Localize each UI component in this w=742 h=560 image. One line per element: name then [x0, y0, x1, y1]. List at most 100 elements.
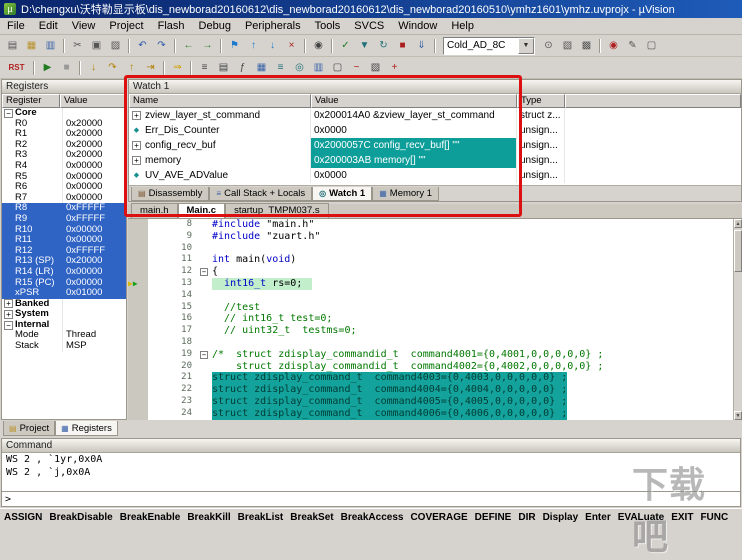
- manage-books-icon[interactable]: ▩: [577, 37, 596, 55]
- code-line[interactable]: 23struct zdisplay_command_t command4005=…: [128, 396, 742, 408]
- menu-item-project[interactable]: Project: [102, 19, 150, 33]
- scroll-down-icon[interactable]: ▼: [734, 411, 742, 420]
- target-select[interactable]: Cold_AD_8C ▼: [443, 37, 535, 55]
- toolbox-icon[interactable]: +: [385, 59, 404, 77]
- find-icon[interactable]: ◉: [309, 37, 328, 55]
- previous-bookmark-icon[interactable]: ↑: [244, 37, 263, 55]
- register-row[interactable]: −Core: [2, 108, 126, 119]
- code-line[interactable]: 17 // uint32_t testms=0;: [128, 325, 742, 337]
- watch-row[interactable]: +config_recv_buf0x2000057C config_recv_b…: [129, 138, 741, 153]
- run-to-cursor-icon[interactable]: ⇥: [141, 59, 160, 77]
- system-viewer-icon[interactable]: ▧: [366, 59, 385, 77]
- analysis-window-icon[interactable]: ~: [347, 59, 366, 77]
- clear-bookmarks-icon[interactable]: ×: [282, 37, 301, 55]
- bookmark-icon[interactable]: ⚑: [225, 37, 244, 55]
- file-extensions-icon[interactable]: ▧: [558, 37, 577, 55]
- breakpoint-gutter[interactable]: [128, 349, 148, 361]
- breakpoint-gutter[interactable]: [128, 254, 148, 266]
- breakpoint-gutter[interactable]: [128, 243, 148, 255]
- code-line[interactable]: 8#include "main.h": [128, 219, 742, 231]
- register-row[interactable]: +System: [2, 309, 126, 320]
- scrollbar-thumb[interactable]: [734, 230, 742, 272]
- code-line[interactable]: 21struct zdisplay_command_t command4003=…: [128, 372, 742, 384]
- rebuild-icon[interactable]: ↻: [374, 37, 393, 55]
- code-line[interactable]: 11int main(void): [128, 254, 742, 266]
- reset-cpu-icon[interactable]: RST: [3, 59, 30, 77]
- watch-row[interactable]: +zview_layer_st_command0x200014A0 &zview…: [129, 108, 741, 123]
- command-input[interactable]: [14, 493, 740, 505]
- breakpoint-gutter[interactable]: [128, 408, 148, 420]
- code-line[interactable]: 20 struct zdisplay_commandid_t command40…: [128, 361, 742, 373]
- download-icon[interactable]: ⇓: [412, 37, 431, 55]
- code-line[interactable]: 18: [128, 337, 742, 349]
- watch-row[interactable]: ◆UV_AVE_ADValue0x0000unsign...: [129, 168, 741, 183]
- fold-minus-icon[interactable]: −: [200, 268, 208, 276]
- tab-project[interactable]: ▤Project: [3, 421, 55, 436]
- watch-row[interactable]: +memory0x200003AB memory[] ""unsign...: [129, 153, 741, 168]
- code-line[interactable]: 14: [128, 290, 742, 302]
- code-line[interactable]: 24struct zdisplay_command_t command4006=…: [128, 408, 742, 420]
- translate-file-icon[interactable]: ✓: [336, 37, 355, 55]
- tab-main-c[interactable]: Main.c: [178, 203, 226, 218]
- tab-disassembly[interactable]: ▤Disassembly: [131, 187, 209, 201]
- tab-main-h[interactable]: main.h: [131, 203, 178, 218]
- breakpoint-gutter[interactable]: [128, 266, 148, 278]
- register-row[interactable]: R20x20000: [2, 140, 126, 151]
- register-row[interactable]: R40x00000: [2, 161, 126, 172]
- tree-minus-icon[interactable]: −: [4, 109, 13, 118]
- navigate-back-icon[interactable]: ←: [179, 37, 198, 55]
- tree-plus-icon[interactable]: +: [4, 299, 13, 308]
- breakpoint-gutter[interactable]: [128, 396, 148, 408]
- register-row[interactable]: R100x00000: [2, 225, 126, 236]
- breakpoint-gutter[interactable]: [128, 219, 148, 231]
- symbol-window-icon[interactable]: ƒ: [233, 59, 252, 77]
- code-line[interactable]: 9#include "zuart.h": [128, 231, 742, 243]
- breakpoint-gutter[interactable]: [128, 231, 148, 243]
- menu-item-view[interactable]: View: [65, 19, 103, 33]
- fold-minus-icon[interactable]: −: [200, 351, 208, 359]
- menu-item-help[interactable]: Help: [444, 19, 481, 33]
- register-row[interactable]: R70x00000: [2, 193, 126, 204]
- watch-window-icon[interactable]: ◎: [290, 59, 309, 77]
- cut-icon[interactable]: ✂: [68, 37, 87, 55]
- register-row[interactable]: R60x00000: [2, 182, 126, 193]
- register-row[interactable]: −Internal: [2, 320, 126, 331]
- register-row[interactable]: xPSR0x01000: [2, 288, 126, 299]
- tree-plus-icon[interactable]: +: [132, 111, 141, 120]
- tab-registers[interactable]: ▦Registers: [55, 421, 118, 436]
- step-into-icon[interactable]: ↓: [84, 59, 103, 77]
- find-in-files-icon[interactable]: ◉: [604, 37, 623, 55]
- menu-item-debug[interactable]: Debug: [192, 19, 238, 33]
- serial-window-icon[interactable]: ▢: [328, 59, 347, 77]
- register-row[interactable]: R00x20000: [2, 119, 126, 130]
- register-row[interactable]: R30x20000: [2, 150, 126, 161]
- register-row[interactable]: StackMSP: [2, 341, 126, 352]
- step-out-icon[interactable]: ↑: [122, 59, 141, 77]
- breakpoint-gutter[interactable]: [128, 384, 148, 396]
- tree-plus-icon[interactable]: +: [132, 141, 141, 150]
- code-line[interactable]: 15 //test: [128, 302, 742, 314]
- breakpoint-gutter[interactable]: [128, 290, 148, 302]
- menu-item-tools[interactable]: Tools: [308, 19, 348, 33]
- code-line[interactable]: ▶▶13 int16_t rs=0;: [128, 278, 742, 290]
- redo-icon[interactable]: ↷: [152, 37, 171, 55]
- register-row[interactable]: R120xFFFFF: [2, 246, 126, 257]
- breakpoint-gutter[interactable]: [128, 361, 148, 373]
- register-row[interactable]: R50x00000: [2, 172, 126, 183]
- tree-plus-icon[interactable]: +: [4, 310, 13, 319]
- open-file-icon[interactable]: ▦: [22, 37, 41, 55]
- register-row[interactable]: R80xFFFFF: [2, 203, 126, 214]
- code-line[interactable]: 22struct zdisplay_command_t command4004=…: [128, 384, 742, 396]
- register-row[interactable]: R15 (PC)0x00000: [2, 278, 126, 289]
- new-file-icon[interactable]: ▤: [3, 37, 22, 55]
- build-icon[interactable]: ▼: [355, 37, 374, 55]
- code-editor[interactable]: 8#include "main.h"9#include "zuart.h"101…: [128, 219, 742, 420]
- breakpoint-gutter[interactable]: [128, 372, 148, 384]
- menu-item-file[interactable]: File: [0, 19, 32, 33]
- code-line[interactable]: 10: [128, 243, 742, 255]
- combo-dropdown-icon[interactable]: ▼: [518, 38, 534, 54]
- register-row[interactable]: +Banked: [2, 299, 126, 310]
- menu-item-edit[interactable]: Edit: [32, 19, 65, 33]
- options-for-target-icon[interactable]: ⊙: [539, 37, 558, 55]
- code-line[interactable]: 19−/* struct zdisplay_commandid_t comman…: [128, 349, 742, 361]
